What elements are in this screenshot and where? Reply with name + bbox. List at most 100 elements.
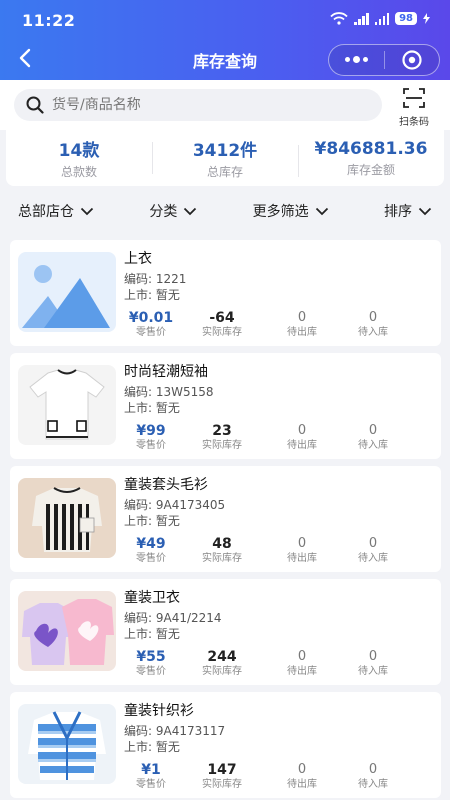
stat-incoming: 0 待入库 bbox=[338, 649, 408, 678]
product-code: 编码: 1221 bbox=[124, 272, 187, 286]
product-name: 上衣 bbox=[124, 251, 152, 267]
stat-label: 待入库 bbox=[358, 779, 388, 790]
product-code: 编码: 9A4173405 bbox=[124, 498, 226, 512]
scan-label: 扫条码 bbox=[399, 117, 429, 128]
filter-label: 总部店仓 bbox=[18, 204, 74, 220]
summary-value: 3412件 bbox=[192, 141, 258, 161]
stat-label: 实际库存 bbox=[202, 327, 242, 338]
filter-label: 分类 bbox=[149, 204, 178, 220]
stat-incoming: 0 待入库 bbox=[338, 310, 408, 339]
signal-icon-2 bbox=[374, 12, 390, 25]
stat-price: ¥49 零售价 bbox=[116, 536, 186, 565]
stat-price: ¥55 零售价 bbox=[116, 649, 186, 678]
filter-warehouse[interactable]: 总部店仓 bbox=[18, 201, 94, 221]
stat-label: 实际库存 bbox=[202, 553, 242, 564]
product-name: 时尚轻潮短袖 bbox=[124, 364, 208, 380]
stat-label: 待入库 bbox=[358, 553, 388, 564]
search-box[interactable] bbox=[14, 89, 382, 121]
product-image bbox=[18, 365, 116, 445]
stat-actual: -64 实际库存 bbox=[187, 310, 257, 339]
close-target-icon[interactable] bbox=[385, 49, 439, 71]
retail-price: ¥0.01 bbox=[128, 310, 174, 326]
stat-label: 实际库存 bbox=[202, 779, 242, 790]
actual-stock: 23 bbox=[212, 423, 232, 439]
stat-label: 零售价 bbox=[136, 440, 166, 451]
product-card[interactable]: 童装卫衣 编码: 9A41/2214 上市: 暂无 ¥55 零售价 244 实际… bbox=[10, 579, 441, 685]
filter-more[interactable]: 更多筛选 bbox=[253, 201, 329, 221]
product-listing: 上市: 暂无 bbox=[124, 288, 180, 302]
stat-label: 待出库 bbox=[287, 779, 317, 790]
chevron-down-icon bbox=[418, 207, 432, 215]
stat-label: 零售价 bbox=[136, 779, 166, 790]
stat-incoming: 0 待入库 bbox=[338, 536, 408, 565]
product-card[interactable]: 上衣 编码: 1221 上市: 暂无 ¥0.01 零售价 -64 实际库存 0 … bbox=[10, 240, 441, 346]
outgoing-stock: 0 bbox=[297, 762, 307, 777]
stat-label: 待入库 bbox=[358, 440, 388, 451]
product-name: 童装卫衣 bbox=[124, 590, 180, 606]
product-stats: ¥49 零售价 48 实际库存 0 待出库 0 待入库 bbox=[124, 536, 394, 566]
filter-bar: 总部店仓 分类 更多筛选 排序 bbox=[0, 192, 450, 230]
product-name: 童装针织衫 bbox=[124, 703, 194, 719]
signal-icon bbox=[354, 12, 369, 25]
product-stats: ¥0.01 零售价 -64 实际库存 0 待出库 0 待入库 bbox=[124, 310, 394, 340]
stat-price: ¥1 零售价 bbox=[116, 762, 186, 791]
product-name: 童装套头毛衫 bbox=[124, 477, 208, 493]
scan-barcode-button[interactable]: 扫条码 bbox=[396, 88, 432, 128]
stat-label: 待出库 bbox=[287, 440, 317, 451]
incoming-stock: 0 bbox=[368, 536, 378, 551]
actual-stock: 244 bbox=[207, 649, 237, 665]
outgoing-stock: 0 bbox=[297, 310, 307, 325]
summary-value: ¥846881.36 bbox=[314, 138, 428, 159]
product-code: 编码: 9A4173117 bbox=[124, 724, 226, 738]
product-card[interactable]: 童装套头毛衫 编码: 9A4173405 上市: 暂无 ¥49 零售价 48 实… bbox=[10, 466, 441, 572]
wifi-icon bbox=[330, 12, 348, 25]
actual-stock: 48 bbox=[212, 536, 232, 552]
filter-category[interactable]: 分类 bbox=[149, 201, 197, 221]
product-image bbox=[18, 478, 116, 558]
summary-value: 14款 bbox=[58, 141, 100, 161]
chevron-down-icon bbox=[184, 207, 197, 215]
stat-actual: 23 实际库存 bbox=[187, 423, 257, 452]
actual-stock: -64 bbox=[209, 310, 235, 326]
stat-price: ¥99 零售价 bbox=[116, 423, 186, 452]
summary-stock-amount: ¥846881.36 库存金额 bbox=[298, 139, 444, 178]
stat-label: 待入库 bbox=[358, 666, 388, 677]
stat-label: 实际库存 bbox=[202, 440, 242, 451]
stat-incoming: 0 待入库 bbox=[338, 423, 408, 452]
filter-label: 更多筛选 bbox=[252, 204, 309, 220]
outgoing-stock: 0 bbox=[297, 649, 307, 664]
retail-price: ¥55 bbox=[136, 649, 166, 665]
product-card[interactable]: 童装针织衫 编码: 9A4173117 上市: 暂无 ¥1 零售价 147 实际… bbox=[10, 692, 441, 798]
stat-outgoing: 0 待出库 bbox=[267, 762, 337, 791]
search-icon bbox=[26, 96, 44, 114]
filter-sort[interactable]: 排序 bbox=[384, 201, 432, 221]
stat-label: 零售价 bbox=[136, 666, 166, 677]
stat-outgoing: 0 待出库 bbox=[267, 649, 337, 678]
summary-total-styles: 14款 总款数 bbox=[6, 136, 152, 180]
incoming-stock: 0 bbox=[368, 310, 378, 325]
stat-label: 待入库 bbox=[358, 327, 388, 338]
product-stats: ¥55 零售价 244 实际库存 0 待出库 0 待入库 bbox=[124, 649, 394, 679]
stat-label: 待出库 bbox=[287, 666, 317, 677]
charging-icon bbox=[423, 13, 430, 24]
retail-price: ¥99 bbox=[136, 423, 166, 439]
summary-total-stock: 3412件 总库存 bbox=[152, 136, 298, 180]
search-bar: 扫条码 bbox=[0, 80, 450, 130]
incoming-stock: 0 bbox=[368, 423, 378, 438]
more-dots-icon[interactable] bbox=[329, 56, 384, 63]
product-listing: 上市: 暂无 bbox=[124, 401, 180, 415]
product-card[interactable]: 时尚轻潮短袖 编码: 13W5158 上市: 暂无 ¥99 零售价 23 实际库… bbox=[10, 353, 441, 459]
product-image bbox=[18, 704, 116, 784]
stat-price: ¥0.01 零售价 bbox=[116, 310, 186, 339]
chevron-down-icon bbox=[315, 207, 328, 215]
battery-level: 98 bbox=[395, 12, 417, 25]
product-image bbox=[18, 591, 116, 671]
search-input[interactable] bbox=[52, 97, 352, 113]
product-listing: 上市: 暂无 bbox=[124, 514, 180, 528]
stat-actual: 147 实际库存 bbox=[187, 762, 257, 791]
stat-label: 待出库 bbox=[287, 553, 317, 564]
summary-label: 库存金额 bbox=[346, 162, 395, 177]
actual-stock: 147 bbox=[207, 762, 237, 778]
stat-incoming: 0 待入库 bbox=[338, 762, 408, 791]
stat-actual: 244 实际库存 bbox=[187, 649, 257, 678]
